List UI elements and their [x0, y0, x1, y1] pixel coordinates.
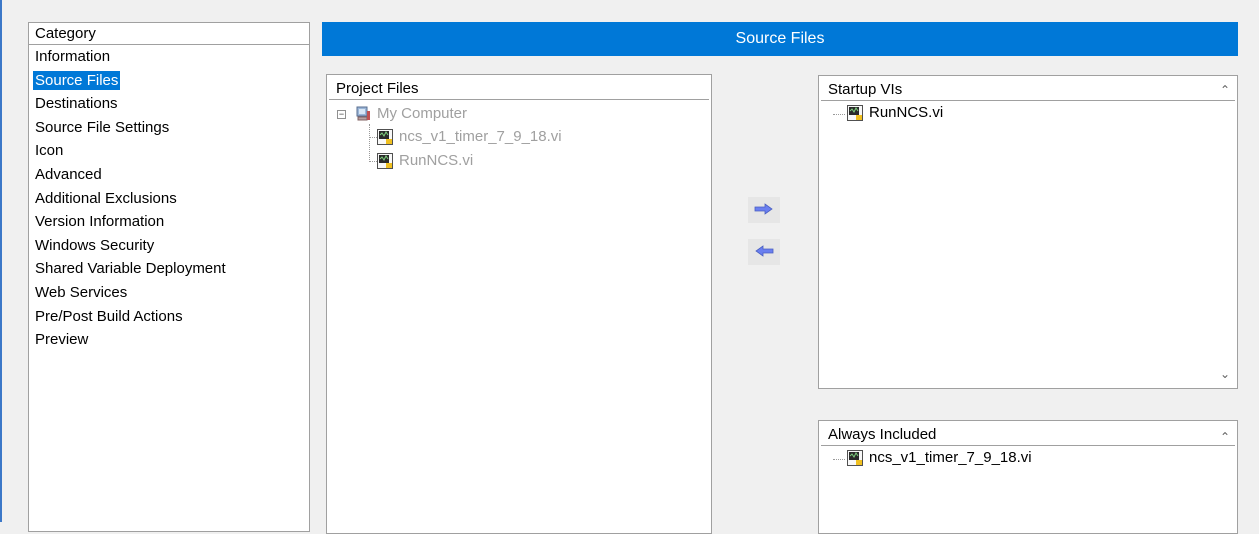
category-header: Category — [29, 23, 309, 45]
left-arrow-icon — [754, 244, 774, 261]
category-item-label: Windows Security — [35, 236, 155, 254]
tree-connector — [833, 459, 845, 460]
vi-file-icon — [847, 105, 863, 122]
category-item-source-file-settings[interactable]: Source File Settings — [29, 116, 309, 140]
page-title: Source Files — [322, 22, 1238, 56]
category-items: Information Source Files Destinations So… — [29, 45, 309, 352]
category-item-advanced[interactable]: Advanced — [29, 163, 309, 187]
collapse-icon[interactable]: − — [337, 110, 346, 119]
category-item-label: Preview — [35, 331, 89, 349]
category-item-pre-post-build-actions[interactable]: Pre/Post Build Actions — [29, 305, 309, 329]
tree-node-label: RunNCS.vi — [399, 152, 474, 169]
category-item-information[interactable]: Information — [29, 45, 309, 69]
always-included-item-label: ncs_v1_timer_7_9_18.vi — [869, 449, 1032, 466]
category-item-windows-security[interactable]: Windows Security — [29, 234, 309, 258]
category-item-destinations[interactable]: Destinations — [29, 92, 309, 116]
tree-connector — [369, 161, 377, 162]
tree-connector — [369, 124, 370, 162]
tree-node-runncs-vi[interactable]: RunNCS.vi — [377, 150, 473, 172]
tree-node-my-computer[interactable]: My Computer — [355, 103, 467, 125]
scroll-up-icon[interactable]: ⌃ — [1219, 84, 1231, 96]
always-included-item-ncs-timer[interactable]: ncs_v1_timer_7_9_18.vi — [847, 447, 1032, 469]
category-item-label: Web Services — [35, 283, 128, 301]
category-item-label: Destinations — [35, 95, 118, 113]
category-item-label: Version Information — [35, 213, 165, 231]
category-list[interactable]: Category Information Source Files Destin… — [28, 22, 310, 532]
right-arrow-icon — [754, 202, 774, 219]
window-left-edge — [0, 0, 2, 522]
category-item-shared-variable-deployment[interactable]: Shared Variable Deployment — [29, 257, 309, 281]
tree-node-label: ncs_v1_timer_7_9_18.vi — [399, 128, 562, 145]
project-files-header: Project Files — [329, 77, 709, 100]
category-item-web-services[interactable]: Web Services — [29, 281, 309, 305]
always-included-list[interactable]: Always Included ⌃ ncs_v1_timer_7_9_18.vi — [818, 420, 1238, 534]
tree-node-ncs-timer-vi[interactable]: ncs_v1_timer_7_9_18.vi — [377, 126, 562, 148]
category-item-label: Pre/Post Build Actions — [35, 307, 183, 325]
category-item-additional-exclusions[interactable]: Additional Exclusions — [29, 187, 309, 211]
category-item-label: Source File Settings — [35, 118, 170, 136]
my-computer-label: My Computer — [377, 105, 468, 122]
category-item-label: Shared Variable Deployment — [35, 260, 226, 278]
scroll-down-icon[interactable]: ⌄ — [1219, 368, 1231, 380]
startup-vis-list[interactable]: Startup VIs ⌃ ⌄ RunNCS.vi — [818, 75, 1238, 389]
category-item-label: Source Files — [33, 70, 121, 90]
computer-icon — [355, 106, 371, 122]
category-item-label: Additional Exclusions — [35, 189, 177, 207]
add-to-startup-button[interactable] — [748, 197, 780, 223]
category-item-label: Advanced — [35, 165, 102, 183]
category-item-source-files[interactable]: Source Files — [29, 69, 309, 93]
tree-connector — [369, 137, 377, 138]
scroll-up-icon[interactable]: ⌃ — [1219, 431, 1231, 443]
vi-file-icon — [847, 450, 863, 467]
remove-from-startup-button[interactable] — [748, 239, 780, 265]
category-item-label: Information — [35, 48, 111, 65]
always-included-header: Always Included — [821, 423, 1235, 446]
category-item-icon[interactable]: Icon — [29, 139, 309, 163]
category-item-label: Icon — [35, 142, 64, 160]
vi-file-icon — [377, 153, 393, 170]
category-item-preview[interactable]: Preview — [29, 328, 309, 352]
project-files-tree[interactable]: Project Files − My Computer ncs_v1_timer… — [326, 74, 712, 534]
category-item-version-information[interactable]: Version Information — [29, 210, 309, 234]
startup-vis-header: Startup VIs — [821, 78, 1235, 101]
tree-connector — [833, 114, 845, 115]
startup-item-runncs[interactable]: RunNCS.vi — [847, 102, 943, 124]
vi-file-icon — [377, 129, 393, 146]
startup-item-label: RunNCS.vi — [869, 104, 944, 121]
